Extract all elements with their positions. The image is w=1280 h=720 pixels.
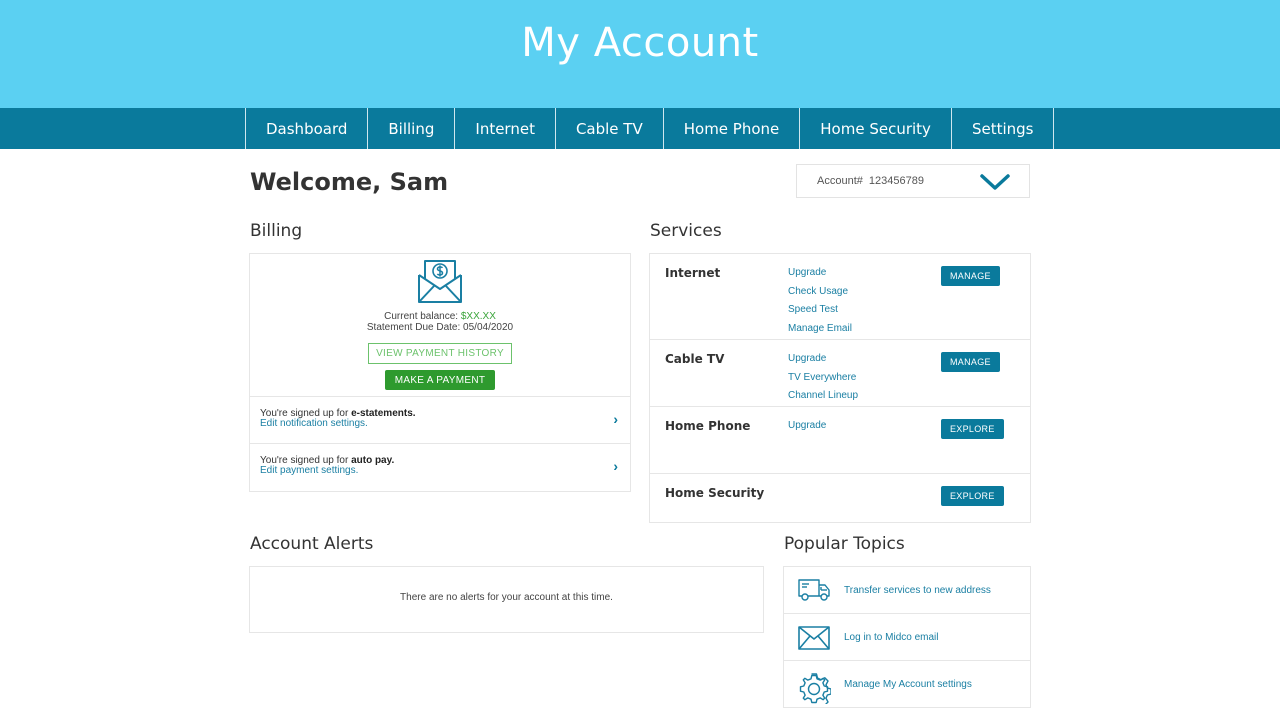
chevron-right-icon[interactable]: › <box>613 459 618 473</box>
billing-section-title: Billing <box>250 221 303 241</box>
service-name: Cable TV <box>665 352 725 366</box>
manage-cable-tv-button[interactable]: MANAGE <box>941 352 1000 372</box>
alerts-card: There are no alerts for your account at … <box>249 566 764 633</box>
due-date-value: 05/04/2020 <box>463 322 514 333</box>
balance-info: Current balance: $XX.XX Statement Due Da… <box>250 311 630 333</box>
account-number: 123456789 <box>868 175 924 187</box>
service-name: Home Phone <box>665 419 751 433</box>
nav-internet[interactable]: Internet <box>455 108 556 149</box>
due-date-label: Statement Due Date: <box>366 322 461 333</box>
balance-label: Current balance: <box>384 311 459 322</box>
manage-email-link[interactable]: Manage Email <box>788 320 852 339</box>
service-internet: Internet Upgrade Check Usage Speed Test … <box>650 254 1030 340</box>
popular-topics-card: Transfer services to new address Log in … <box>783 566 1031 708</box>
billing-card: Current balance: $XX.XX Statement Due Da… <box>249 253 631 492</box>
service-cable-tv: Cable TV Upgrade TV Everywhere Channel L… <box>650 340 1030 407</box>
topic-manage-settings[interactable]: Manage My Account settings <box>784 661 1030 708</box>
auto-pay-row: You're signed up for auto pay. Edit paym… <box>250 444 630 491</box>
balance-amount: $XX.XX <box>460 311 496 322</box>
alerts-section-title: Account Alerts <box>250 534 374 554</box>
billing-summary: Current balance: $XX.XX Statement Due Da… <box>250 254 630 397</box>
main-nav: Dashboard Billing Internet Cable TV Home… <box>245 108 1055 149</box>
service-links: Upgrade <box>788 417 826 436</box>
topic-label[interactable]: Transfer services to new address <box>844 585 991 596</box>
channel-lineup-link[interactable]: Channel Lineup <box>788 387 858 406</box>
speed-test-link[interactable]: Speed Test <box>788 301 852 320</box>
nav-home-phone[interactable]: Home Phone <box>664 108 801 149</box>
services-card: Internet Upgrade Check Usage Speed Test … <box>649 253 1031 523</box>
manage-internet-button[interactable]: MANAGE <box>941 266 1000 286</box>
explore-home-phone-button[interactable]: EXPLORE <box>941 419 1004 439</box>
page-header: My Account <box>0 0 1280 108</box>
topic-label[interactable]: Manage My Account settings <box>844 679 972 690</box>
main-nav-bar: Dashboard Billing Internet Cable TV Home… <box>0 108 1280 149</box>
nav-home-security[interactable]: Home Security <box>800 108 952 149</box>
services-section-title: Services <box>650 221 722 241</box>
gear-icon <box>797 672 832 709</box>
edit-payment-settings-link[interactable]: Edit payment settings. <box>260 466 358 476</box>
nav-settings[interactable]: Settings <box>952 108 1055 149</box>
page-title: My Account <box>521 20 759 66</box>
nav-cable-tv[interactable]: Cable TV <box>556 108 664 149</box>
view-payment-history-button[interactable]: VIEW PAYMENT HISTORY <box>368 343 512 364</box>
alerts-message: There are no alerts for your account at … <box>400 592 613 603</box>
account-selector[interactable]: Account# 123456789 <box>796 164 1030 198</box>
upgrade-link[interactable]: Upgrade <box>788 264 852 283</box>
chevron-down-icon[interactable] <box>979 173 1011 194</box>
truck-icon <box>797 578 831 607</box>
welcome-heading: Welcome, Sam <box>250 168 449 196</box>
service-name: Internet <box>665 266 721 280</box>
service-name: Home Security <box>665 486 765 500</box>
explore-home-security-button[interactable]: EXPLORE <box>941 486 1004 506</box>
topic-transfer-services[interactable]: Transfer services to new address <box>784 567 1030 614</box>
chevron-right-icon[interactable]: › <box>613 412 618 426</box>
upgrade-link[interactable]: Upgrade <box>788 350 858 369</box>
service-links: Upgrade TV Everywhere Channel Lineup <box>788 350 858 406</box>
nav-billing[interactable]: Billing <box>368 108 456 149</box>
edit-notification-settings-link[interactable]: Edit notification settings. <box>260 419 368 429</box>
bill-envelope-icon <box>417 258 463 309</box>
topic-label[interactable]: Log in to Midco email <box>844 632 939 643</box>
envelope-icon <box>797 625 831 656</box>
topics-section-title: Popular Topics <box>784 534 905 554</box>
upgrade-link[interactable]: Upgrade <box>788 417 826 436</box>
account-label: Account# <box>817 175 863 187</box>
nav-dashboard[interactable]: Dashboard <box>246 108 369 149</box>
service-home-phone: Home Phone Upgrade EXPLORE <box>650 407 1030 474</box>
topic-midco-email[interactable]: Log in to Midco email <box>784 614 1030 661</box>
tv-everywhere-link[interactable]: TV Everywhere <box>788 369 858 388</box>
e-statements-row: You're signed up for e-statements. Edit … <box>250 397 630 444</box>
service-home-security: Home Security EXPLORE <box>650 474 1030 522</box>
service-links: Upgrade Check Usage Speed Test Manage Em… <box>788 264 852 339</box>
check-usage-link[interactable]: Check Usage <box>788 283 852 302</box>
make-payment-button[interactable]: MAKE A PAYMENT <box>385 370 495 390</box>
